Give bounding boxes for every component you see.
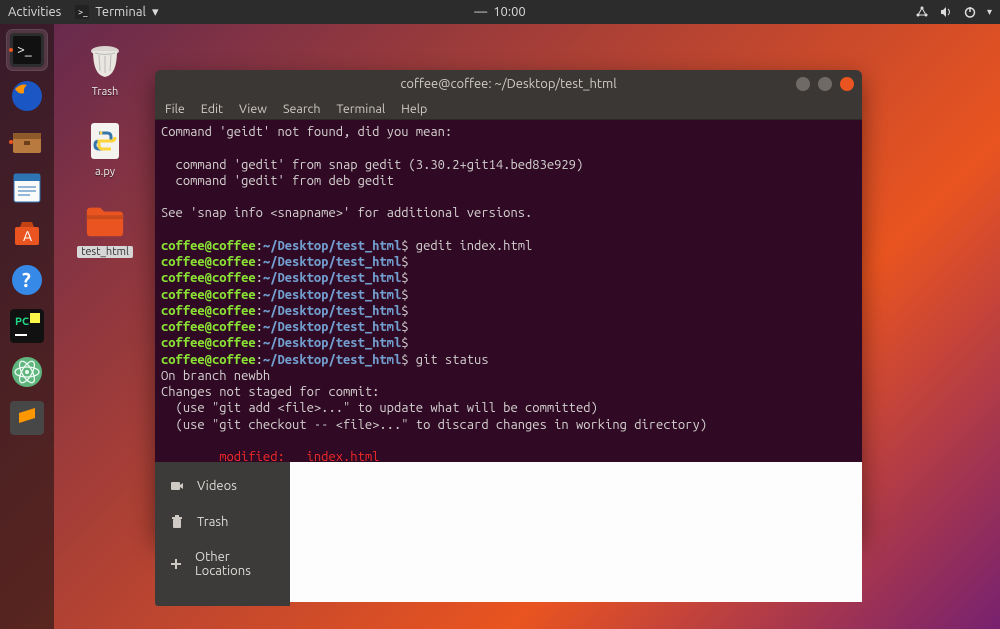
svg-text:?: ? [22,268,31,291]
term-line: See 'snap info <snapname>' for additiona… [161,206,532,220]
python-file-icon [84,120,126,162]
volume-icon[interactable] [939,5,953,19]
menu-search[interactable]: Search [283,102,321,116]
system-menu-chevron-icon[interactable]: ▾ [987,6,992,18]
terminal-icon: >_ [75,5,89,19]
prompt-user: coffee@coffee [161,320,256,334]
svg-text:PC: PC [15,316,29,328]
prompt-user: coffee@coffee [161,304,256,318]
sidebar-item-label: Trash [197,515,228,529]
menu-terminal[interactable]: Terminal [337,102,386,116]
dropdown-icon: ▾ [152,5,159,20]
network-icon[interactable] [915,5,929,19]
term-line: (use "git add <file>..." to update what … [161,401,598,415]
prompt-path: ~/Desktop/test_html [263,320,401,334]
prompt-path: ~/Desktop/test_html [263,353,401,367]
prompt-user: coffee@coffee [161,255,256,269]
prompt-path: ~/Desktop/test_html [263,288,401,302]
dock-archive-manager[interactable] [7,122,47,162]
term-line: command 'gedit' from snap gedit (3.30.2+… [161,158,583,172]
prompt-path: ~/Desktop/test_html [263,239,401,253]
terminal-titlebar[interactable]: coffee@coffee: ~/Desktop/test_html [155,70,862,98]
desktop-folder-test-html[interactable]: test_html [70,200,140,258]
prompt-path: ~/Desktop/test_html [263,304,401,318]
dock-pycharm[interactable]: PC [7,306,47,346]
menu-view[interactable]: View [239,102,267,116]
dock-firefox[interactable] [7,76,47,116]
files-sidebar: Videos Trash Other Locations [155,462,290,606]
window-maximize-button[interactable] [818,77,832,91]
prompt-path: ~/Desktop/test_html [263,336,401,350]
prompt-path: ~/Desktop/test_html [263,255,401,269]
clock-dash: — [474,5,487,19]
files-sidebar-videos[interactable]: Videos [155,468,290,504]
terminal-menubar: File Edit View Search Terminal Help [155,98,862,120]
term-line: Changes not staged for commit: [161,385,379,399]
prompt-path: ~/Desktop/test_html [263,271,401,285]
files-sidebar-trash[interactable]: Trash [155,504,290,540]
term-line: On branch newbh [161,369,270,383]
files-content-area[interactable] [290,462,862,602]
trash-icon [84,40,126,82]
power-icon[interactable] [963,5,977,19]
dock-help[interactable]: ? [7,260,47,300]
sidebar-item-label: Other Locations [195,550,276,578]
term-line: (use "git checkout -- <file>..." to disc… [161,418,707,432]
videos-icon [169,478,185,494]
trash-icon [169,514,185,530]
term-line: Command 'geidt' not found, did you mean: [161,125,452,139]
activities-button[interactable]: Activities [8,5,61,19]
desktop-icons: Trash a.py test_html [70,40,150,280]
clock-time: 10:00 [493,5,526,19]
dock-libreoffice-writer[interactable] [7,168,47,208]
window-close-button[interactable] [840,77,854,91]
term-command: git status [409,353,489,367]
dock-ubuntu-software[interactable]: A [7,214,47,254]
menu-file[interactable]: File [165,102,185,116]
prompt-user: coffee@coffee [161,239,256,253]
prompt-user: coffee@coffee [161,353,256,367]
active-app-name: Terminal [95,5,146,19]
plus-icon [169,556,183,572]
files-sidebar-other-locations[interactable]: Other Locations [155,540,290,588]
menu-help[interactable]: Help [401,102,427,116]
dock-terminal[interactable]: >_ [7,30,47,70]
dock-sublime-text[interactable] [7,398,47,438]
active-app-indicator[interactable]: >_ Terminal ▾ [75,5,158,20]
term-command: gedit index.html [409,239,533,253]
clock[interactable]: — 10:00 [474,5,525,19]
svg-text:>_: >_ [17,41,32,57]
launcher-dock: >_ A ? PC [0,24,54,629]
prompt-user: coffee@coffee [161,336,256,350]
sidebar-item-label: Videos [197,479,237,493]
terminal-title: coffee@coffee: ~/Desktop/test_html [400,77,616,91]
desktop-apy-label: a.py [95,166,115,178]
dock-atom[interactable] [7,352,47,392]
prompt-user: coffee@coffee [161,288,256,302]
window-minimize-button[interactable] [796,77,810,91]
desktop-file-apy[interactable]: a.py [70,120,140,178]
term-line: command 'gedit' from deb gedit [161,174,394,188]
desktop-trash-label: Trash [92,86,119,98]
svg-text:>_: >_ [78,7,88,17]
top-panel: Activities >_ Terminal ▾ — 10:00 ▾ [0,0,1000,24]
prompt-user: coffee@coffee [161,271,256,285]
folder-icon [84,200,126,242]
svg-text:A: A [23,228,32,244]
menu-edit[interactable]: Edit [201,102,223,116]
desktop-folder-label: test_html [77,246,133,258]
desktop-trash[interactable]: Trash [70,40,140,98]
